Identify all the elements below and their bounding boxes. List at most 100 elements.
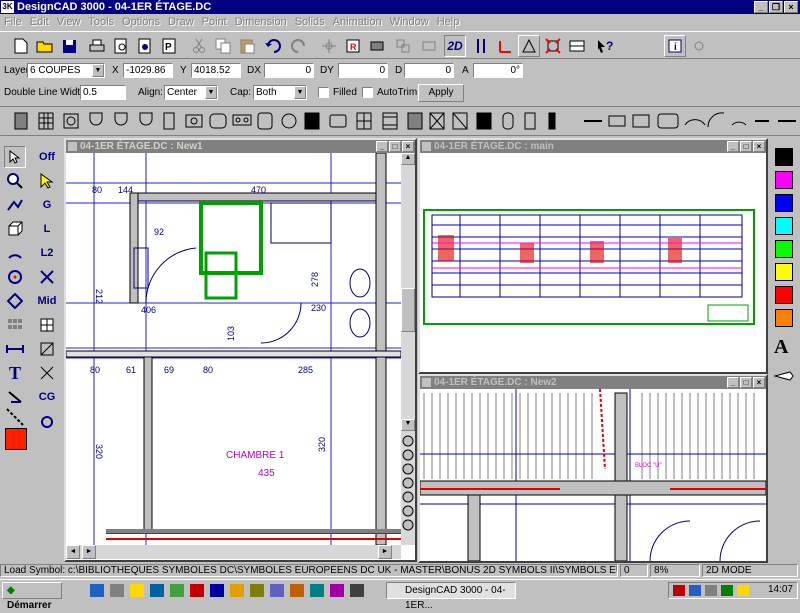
snap-x-icon[interactable] xyxy=(36,266,58,288)
info-icon[interactable]: i xyxy=(664,35,686,57)
color-green-swatch[interactable] xyxy=(775,240,793,258)
double-line-icon[interactable] xyxy=(470,35,492,57)
dimension-tool-icon[interactable] xyxy=(4,338,26,360)
current-color-swatch[interactable] xyxy=(5,428,27,450)
filled-checkbox[interactable] xyxy=(318,87,329,98)
quicklaunch-icon[interactable] xyxy=(330,584,344,597)
properties-icon[interactable]: P xyxy=(158,35,180,57)
line-tool-icon[interactable] xyxy=(4,194,26,216)
horizontal-scrollbar[interactable]: ◄ ► ► xyxy=(66,545,401,559)
arc-tool-icon[interactable] xyxy=(4,242,26,264)
chevron-down-icon[interactable]: ▼ xyxy=(205,86,217,99)
color-blue-swatch[interactable] xyxy=(775,194,793,212)
quicklaunch-icon[interactable] xyxy=(270,584,284,597)
snap-tangent-icon[interactable] xyxy=(36,410,58,432)
color-red-swatch[interactable] xyxy=(775,286,793,304)
color-orange-swatch[interactable] xyxy=(775,309,793,327)
menu-file[interactable]: File xyxy=(0,16,26,28)
window-new2-titlebar[interactable]: 04-1ER ÉTAGE.DC : New2 _ □ × xyxy=(420,376,766,389)
close-button[interactable]: × xyxy=(402,141,414,152)
polygon-tool-icon[interactable] xyxy=(4,290,26,312)
window-main-titlebar[interactable]: 04-1ER ÉTAGE.DC : main _ □ × xyxy=(420,140,766,153)
snap-icon[interactable] xyxy=(318,35,340,57)
a-field[interactable]: 0° xyxy=(473,63,523,78)
snap-intersection-icon[interactable] xyxy=(36,362,58,384)
pen-icon[interactable] xyxy=(773,370,794,385)
dx-field[interactable]: 0 xyxy=(264,63,314,78)
color-magenta-swatch[interactable] xyxy=(775,171,793,189)
align-select[interactable]: Center ▼ xyxy=(164,85,218,100)
undo-icon[interactable] xyxy=(262,35,284,57)
render-icon[interactable]: R xyxy=(342,35,364,57)
quicklaunch-icon[interactable] xyxy=(110,584,124,597)
quicklaunch-icon[interactable] xyxy=(290,584,304,597)
app-icon[interactable]: 3K xyxy=(1,1,14,13)
print-preview-icon[interactable] xyxy=(110,35,132,57)
axis-icon[interactable] xyxy=(494,35,516,57)
minimize-button[interactable]: _ xyxy=(376,141,388,152)
quicklaunch-icon[interactable] xyxy=(130,584,144,597)
plotter-icon[interactable] xyxy=(366,35,388,57)
menu-window[interactable]: Window xyxy=(386,16,433,28)
volume-icon[interactable] xyxy=(737,585,749,596)
snap-grid-icon[interactable] xyxy=(36,314,58,336)
select-arrow-icon[interactable] xyxy=(4,146,26,168)
perspective-icon[interactable] xyxy=(518,35,540,57)
vertical-scrollbar[interactable]: ▲ ▼ xyxy=(401,153,415,545)
redo-icon[interactable] xyxy=(288,35,310,57)
tray-icon[interactable] xyxy=(705,585,717,596)
scroll-up-icon[interactable]: ▲ xyxy=(401,153,415,165)
tray-icon[interactable] xyxy=(721,585,733,596)
detail-canvas[interactable]: BLOC "U" xyxy=(420,389,766,561)
autotrim-checkbox[interactable] xyxy=(362,87,373,98)
paste-icon[interactable] xyxy=(236,35,258,57)
new-file-icon[interactable] xyxy=(10,35,32,57)
cut-icon[interactable] xyxy=(188,35,210,57)
color-cyan-swatch[interactable] xyxy=(775,217,793,235)
quicklaunch-icon[interactable] xyxy=(90,584,104,597)
snap-gravity-button[interactable]: G xyxy=(36,194,58,216)
snap-line2-button[interactable]: L2 xyxy=(36,242,58,264)
help-pointer-icon[interactable]: ? xyxy=(594,35,616,57)
y-field[interactable]: 4018.52 xyxy=(191,63,241,78)
drawing-window-main[interactable]: 04-1ER ÉTAGE.DC : main _ □ × xyxy=(418,138,768,374)
camera-icon[interactable] xyxy=(688,35,710,57)
quicklaunch-icon[interactable] xyxy=(70,584,84,597)
maximize-button[interactable]: □ xyxy=(740,141,752,152)
taskbar-designcad-button[interactable]: DesignCAD 3000 - 04-1ER... xyxy=(386,582,516,611)
zoom-page-icon[interactable] xyxy=(134,35,156,57)
block-icon[interactable] xyxy=(418,35,440,57)
snap-center-gravity-button[interactable]: CG xyxy=(36,386,58,408)
quicklaunch-icon[interactable] xyxy=(250,584,264,597)
menu-options[interactable]: Options xyxy=(118,16,164,28)
quicklaunch-icon[interactable] xyxy=(230,584,244,597)
hatch-tool-icon[interactable] xyxy=(4,386,26,408)
apply-button[interactable]: Apply xyxy=(418,84,464,102)
color-black-swatch[interactable] xyxy=(775,148,793,166)
x-field[interactable]: -1029.86 xyxy=(123,63,173,78)
drawing-window-new2[interactable]: 04-1ER ÉTAGE.DC : New2 _ □ × BLOC "U" xyxy=(418,374,768,563)
cap-select[interactable]: Both ▼ xyxy=(253,85,307,100)
menu-animation[interactable]: Animation xyxy=(329,16,386,28)
overview-canvas[interactable] xyxy=(420,153,766,372)
scroll-left-icon[interactable]: ◄ xyxy=(66,545,80,559)
text-style-button[interactable]: A xyxy=(774,336,788,359)
quicklaunch-icon[interactable] xyxy=(310,584,324,597)
close-button[interactable]: × xyxy=(753,377,765,388)
tray-icon[interactable] xyxy=(673,585,685,596)
group-icon[interactable] xyxy=(392,35,414,57)
dy-field[interactable]: 0 xyxy=(338,63,388,78)
color-yellow-swatch[interactable] xyxy=(775,263,793,281)
layer-select[interactable]: 6 COUPES ▼ xyxy=(27,63,105,78)
open-folder-icon[interactable] xyxy=(34,35,56,57)
scroll-right-small-icon[interactable]: ► xyxy=(82,545,96,559)
snap-square-icon[interactable] xyxy=(36,338,58,360)
tray-icon[interactable] xyxy=(689,585,701,596)
double-line-width-field[interactable]: 0.5 xyxy=(80,85,126,100)
fit-view-icon[interactable] xyxy=(542,35,564,57)
menu-draw[interactable]: Draw xyxy=(164,16,198,28)
circle-tool-icon[interactable] xyxy=(4,266,26,288)
minimize-button[interactable]: _ xyxy=(754,1,768,13)
menu-edit[interactable]: Edit xyxy=(26,16,53,28)
close-button[interactable]: × xyxy=(784,1,798,13)
